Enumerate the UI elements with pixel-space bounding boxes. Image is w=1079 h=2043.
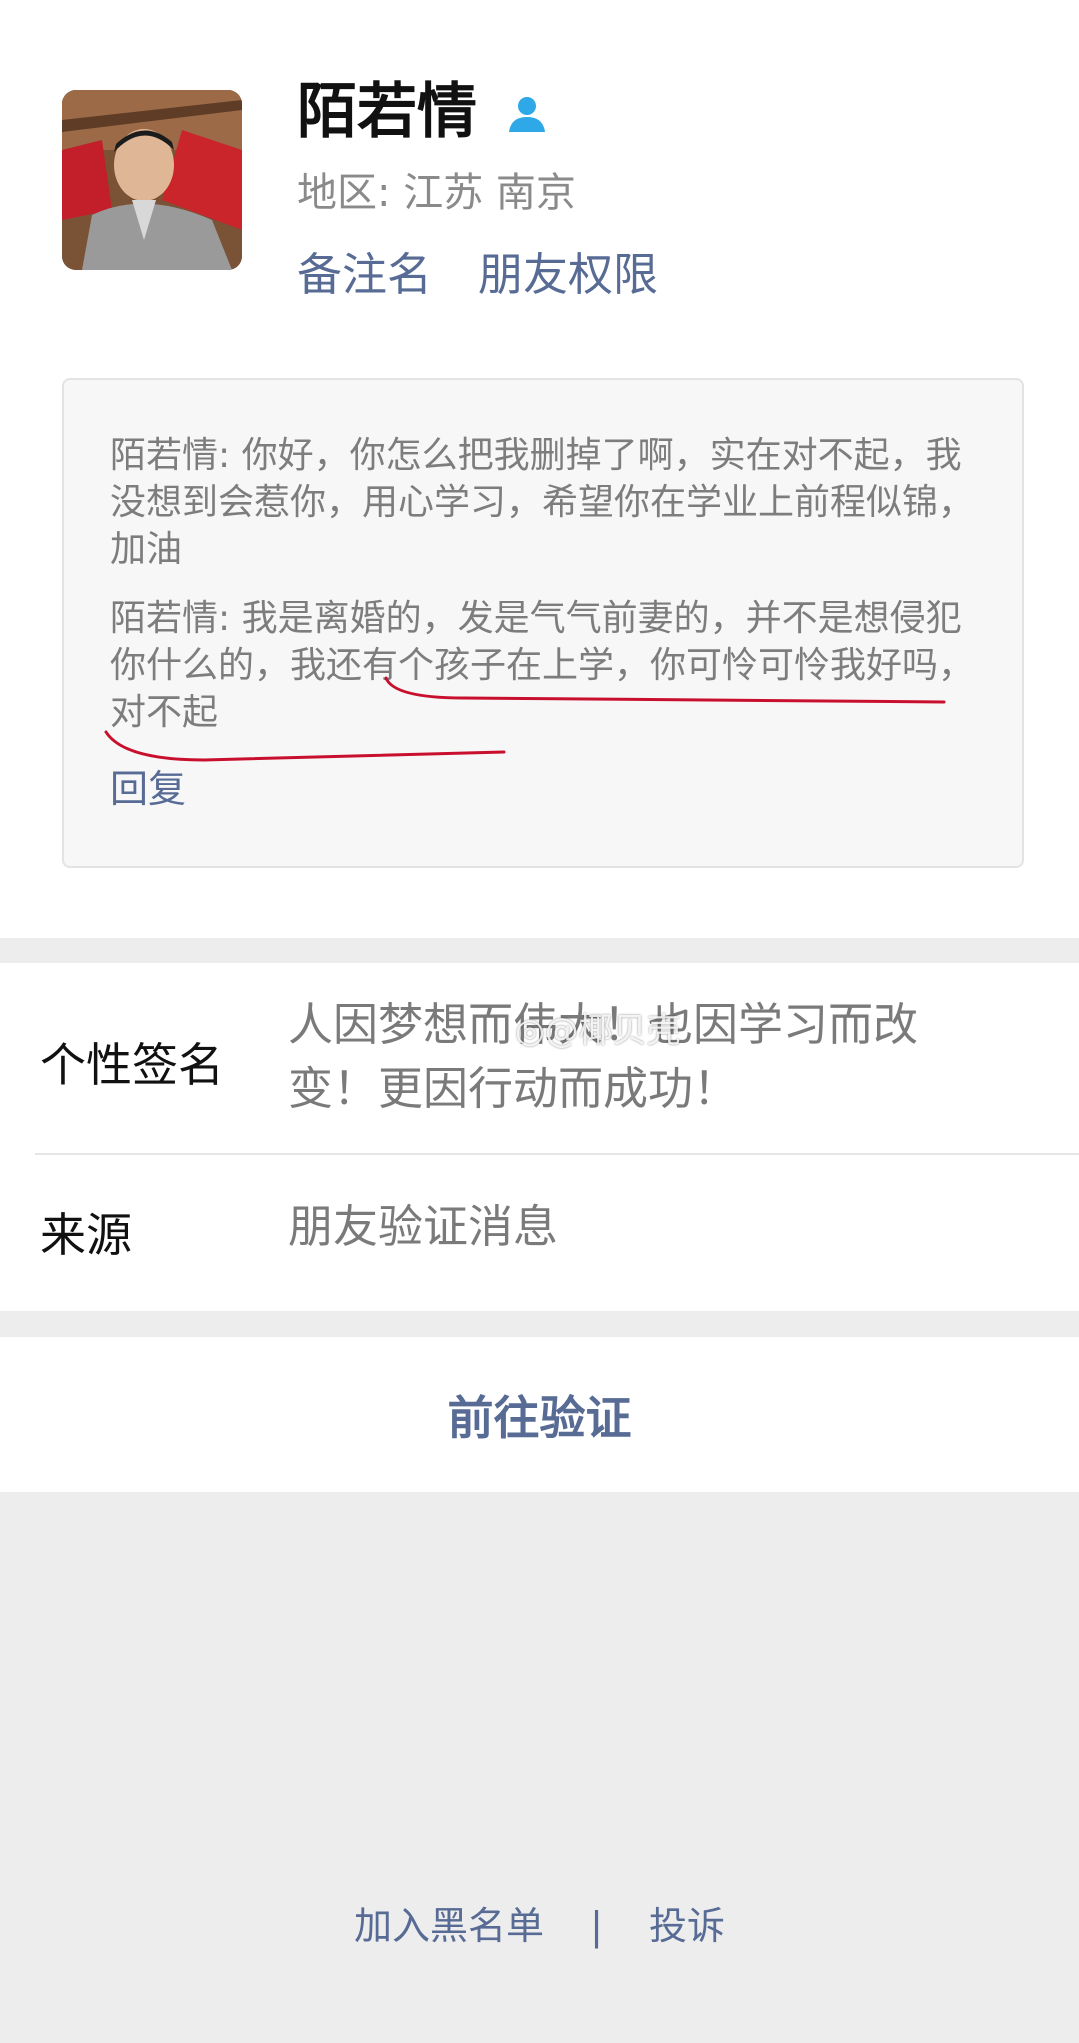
signature-label: 个性签名 [40,1038,224,1092]
signature-row: 个性签名 人因梦想而伟大！也因学习而改变！更因行动而成功！ ◎@椰贝壳 [0,963,1079,1155]
verification-messages: 陌若情: 你好，你怎么把我删掉了啊，实在对不起，我没想到会惹你，用心学习，希望你… [62,378,1024,868]
message-1: 陌若情: 你好，你怎么把我删掉了啊，实在对不起，我没想到会惹你，用心学习，希望你… [110,435,975,570]
source-label: 来源 [40,1208,132,1262]
profile-links: 备注名 朋友权限 [297,245,658,305]
watermark: ◎@椰贝壳 [515,1011,681,1051]
person-icon [509,97,545,132]
source-value: 朋友验证消息 [288,1200,559,1253]
friend-permission-link[interactable]: 朋友权限 [478,245,658,305]
profile-name: 陌若情 [297,77,477,147]
profile-header: 陌若情 地区: 江苏 南京 备注名 朋友权限 陌若情: 你好，你怎么把我删掉了啊，… [0,0,1079,938]
add-to-blacklist-link[interactable]: 加入黑名单 [354,1895,544,1950]
message-2: 陌若情: 我是离婚的，发是气气前妻的，并不是想侵犯你什么的，我还有个孩子在上学，… [110,598,975,733]
avatar[interactable] [62,90,242,270]
profile-info: 个性签名 人因梦想而伟大！也因学习而改变！更因行动而成功！ ◎@椰贝壳 来源 朋… [0,963,1079,1311]
source-row: 来源 朋友验证消息 [0,1155,1079,1311]
footer-separator: | [590,1904,603,1948]
go-verify-button[interactable]: 前往验证 [0,1337,1079,1492]
report-link[interactable]: 投诉 [649,1895,725,1950]
go-verify-label: 前往验证 [447,1390,632,1445]
remark-name-link[interactable]: 备注名 [297,245,432,305]
footer-links: 加入黑名单 | 投诉 [0,1895,1079,1950]
reply-link[interactable]: 回复 [110,764,974,814]
avatar-photo [62,90,242,270]
profile-region: 地区: 江苏 南京 [297,170,576,216]
